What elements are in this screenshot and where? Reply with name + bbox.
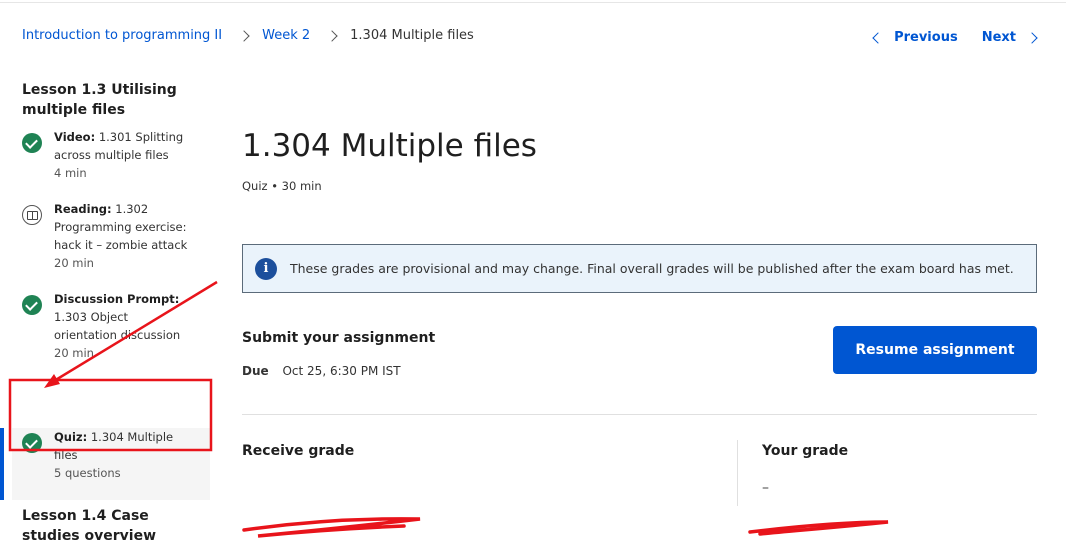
resume-assignment-button[interactable]: Resume assignment — [833, 326, 1037, 374]
item-subtitle: Quiz • 30 min — [242, 179, 322, 193]
item-meta: 20 min — [54, 346, 94, 360]
your-grade-value: – — [762, 480, 769, 496]
breadcrumb-week-link[interactable]: Week 2 — [262, 28, 310, 43]
your-grade-heading: Your grade — [762, 443, 849, 459]
item-pager: Previous Next — [872, 30, 1038, 45]
section-divider — [242, 414, 1037, 415]
previous-button[interactable]: Previous — [872, 30, 958, 45]
breadcrumb-course-link[interactable]: Introduction to programming II — [22, 28, 222, 43]
breadcrumb: Introduction to programming II Week 2 1.… — [22, 28, 474, 43]
notice-text: These grades are provisional and may cha… — [290, 261, 1014, 276]
active-item-indicator — [0, 428, 4, 500]
receive-grade-heading: Receive grade — [242, 443, 355, 459]
info-icon: i — [255, 257, 277, 280]
lesson-sidebar: Lesson 1.3 Utilising multiple files Vide… — [0, 80, 215, 544]
next-button[interactable]: Next — [981, 30, 1038, 45]
check-icon — [22, 295, 42, 315]
previous-label: Previous — [894, 30, 958, 45]
lesson-heading-next[interactable]: Lesson 1.4 Case studies overview — [22, 506, 192, 546]
check-icon — [22, 133, 42, 153]
submit-heading: Submit your assignment — [242, 330, 436, 346]
breadcrumb-current: 1.304 Multiple files — [350, 28, 474, 43]
top-divider — [0, 2, 1066, 3]
next-label: Next — [981, 30, 1016, 45]
item-title: 1.303 Object orientation discussion — [54, 310, 181, 342]
item-meta: 5 questions — [54, 466, 121, 480]
item-type: Reading: — [54, 202, 112, 216]
arrow-head — [44, 374, 60, 388]
item-meta: 20 min — [54, 256, 94, 270]
chevron-right-icon — [326, 29, 338, 42]
sidebar-item-discussion[interactable]: Discussion Prompt: 1.303 Object orientat… — [12, 290, 210, 362]
sidebar-item-video[interactable]: Video: 1.301 Splitting across multiple f… — [12, 128, 210, 182]
book-icon — [22, 205, 42, 225]
grades-notice: i These grades are provisional and may c… — [242, 244, 1037, 293]
scribble-mark — [242, 517, 421, 538]
due-value: Oct 25, 6:30 PM IST — [282, 364, 401, 378]
due-date: Due Oct 25, 6:30 PM IST — [242, 364, 401, 378]
scribble-mark — [748, 520, 889, 536]
check-icon — [22, 433, 42, 453]
sidebar-item-quiz[interactable]: Quiz: 1.304 Multiple files 5 questions — [12, 428, 210, 500]
due-label: Due — [242, 364, 269, 378]
grade-column-divider — [737, 440, 738, 506]
chevron-right-icon — [238, 29, 250, 42]
chevron-left-icon — [872, 31, 884, 44]
item-type: Discussion Prompt: — [54, 292, 180, 306]
lesson-heading-current: Lesson 1.3 Utilising multiple files — [22, 82, 177, 118]
item-type: Quiz: — [54, 430, 88, 444]
item-type: Video: — [54, 130, 96, 144]
chevron-right-icon — [1026, 31, 1038, 44]
sidebar-item-reading[interactable]: Reading: 1.302 Programming exercise: hac… — [12, 200, 210, 272]
page-title: 1.304 Multiple files — [242, 128, 537, 164]
item-meta: 4 min — [54, 166, 87, 180]
